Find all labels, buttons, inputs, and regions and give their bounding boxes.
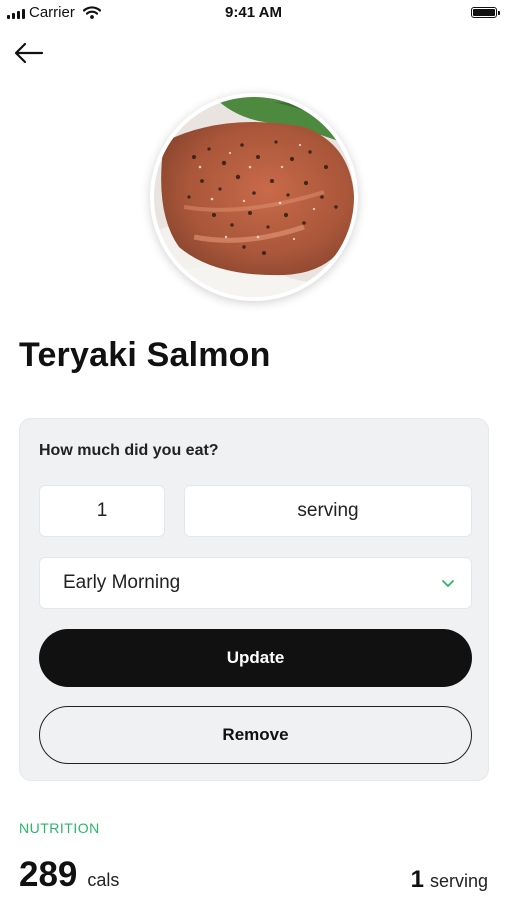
food-photo-frame: [150, 93, 358, 301]
status-bar: Carrier 9:41 AM: [0, 0, 507, 26]
serving-question: How much did you eat?: [39, 442, 219, 459]
battery-icon: [471, 7, 500, 18]
serving-card: How much did you eat? 1 serving Early Mo…: [19, 418, 489, 781]
unit-select[interactable]: serving: [184, 485, 472, 537]
calories-value: 289: [19, 855, 78, 894]
remove-button[interactable]: Remove: [39, 706, 472, 764]
calories-summary: 289 cals: [19, 855, 119, 895]
serving-summary: 1 serving: [411, 866, 488, 894]
arrow-left-icon: [14, 42, 44, 64]
meal-value: Early Morning: [63, 572, 181, 593]
quantity-input[interactable]: 1: [39, 485, 165, 537]
meal-select[interactable]: Early Morning: [39, 557, 472, 609]
food-title: Teryaki Salmon: [19, 336, 271, 374]
update-button[interactable]: Update: [39, 629, 472, 687]
food-photo: [154, 97, 354, 297]
back-button[interactable]: [14, 38, 50, 68]
calories-unit: cals: [87, 870, 120, 890]
nutrition-section-label: NUTRITION: [19, 820, 100, 836]
unit-value: serving: [297, 500, 359, 521]
status-time: 9:41 AM: [225, 4, 282, 21]
serving-unit: serving: [429, 871, 488, 891]
chevron-down-icon: [442, 579, 454, 587]
quantity-value: 1: [96, 500, 108, 521]
serving-value: 1: [410, 866, 424, 893]
battery-level: [473, 9, 495, 16]
